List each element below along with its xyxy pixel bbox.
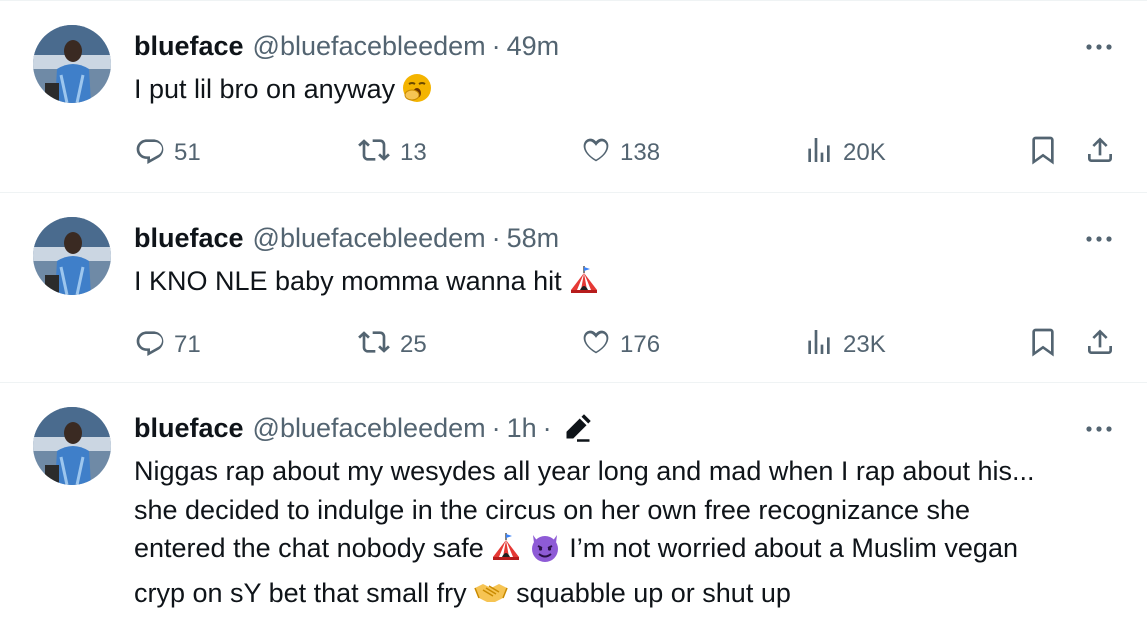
like-count: 138	[620, 139, 661, 166]
author-handle[interactable]: @bluefacebleedem	[253, 223, 486, 254]
views-button[interactable]: 20K	[803, 133, 886, 173]
share-button[interactable]	[1084, 325, 1116, 365]
heart-icon	[580, 134, 612, 173]
avatar[interactable]	[33, 25, 111, 103]
retweet-count: 13	[400, 139, 427, 166]
retweet-button[interactable]: 25	[356, 325, 427, 365]
tweet-actions: 51 13 138 20K	[134, 133, 1124, 173]
author-handle[interactable]: @bluefacebleedem	[253, 31, 486, 62]
reply-count: 71	[174, 331, 201, 358]
reply-count: 51	[174, 139, 201, 166]
bookmark-button[interactable]	[1027, 133, 1059, 173]
view-count: 23K	[843, 331, 886, 358]
retweet-count: 25	[400, 331, 427, 358]
tweet-actions: 71 25 176 23K	[134, 325, 1124, 365]
more-options-icon[interactable]	[1084, 227, 1114, 251]
bookmark-button[interactable]	[1027, 325, 1059, 365]
tweet-text: I KNO NLE baby momma wanna hit	[134, 262, 1114, 307]
tweet-text-segment: cryp on sY bet that small fry	[134, 577, 467, 608]
reply-icon	[134, 326, 166, 365]
timeline-feed: blueface @bluefacebleedem · 49m I put li…	[0, 0, 1147, 629]
separator-dot: ·	[491, 30, 501, 61]
share-button[interactable]	[1084, 133, 1116, 173]
handshake-emoji-icon	[473, 576, 509, 619]
tweet-text-segment: entered the chat nobody safe	[134, 533, 484, 563]
tweet-header: blueface @bluefacebleedem · 58m	[134, 221, 559, 255]
reply-button[interactable]: 71	[134, 325, 201, 365]
tweet-text-line: cryp on sY bet that small fry squabble u…	[134, 574, 1114, 619]
tweet[interactable]: blueface @bluefacebleedem · 58m I KNO NL…	[0, 193, 1147, 383]
timestamp[interactable]: 1h	[507, 413, 537, 444]
bookmark-icon	[1027, 326, 1059, 365]
share-icon	[1084, 134, 1116, 173]
separator-dot: ·	[491, 412, 501, 443]
separator-dot: ·	[542, 412, 552, 443]
retweet-button[interactable]: 13	[356, 133, 427, 173]
bookmark-icon	[1027, 134, 1059, 173]
retweet-icon	[356, 326, 392, 365]
like-button[interactable]: 176	[580, 325, 660, 365]
view-count: 20K	[843, 139, 886, 166]
timestamp[interactable]: 49m	[507, 31, 560, 62]
tweet-text: Niggas rap about my wesydes all year lon…	[134, 452, 1114, 618]
tweet-text-line: she decided to indulge in the circus on …	[134, 494, 971, 525]
tweet-header: blueface @bluefacebleedem · 49m	[134, 29, 559, 63]
tweet-text: I put lil bro on anyway	[134, 70, 1114, 115]
like-count: 176	[620, 331, 661, 358]
like-button[interactable]: 138	[580, 133, 660, 173]
author-name[interactable]: blueface	[134, 223, 244, 254]
tweet-text-line: entered the chat nobody safe I’m not wor…	[134, 529, 1114, 574]
circus-tent-emoji-icon	[490, 531, 522, 574]
reply-icon	[134, 134, 166, 173]
retweet-icon	[356, 134, 392, 173]
views-button[interactable]: 23K	[803, 325, 886, 365]
more-options-icon[interactable]	[1084, 417, 1114, 441]
analytics-icon	[803, 134, 835, 173]
avatar[interactable]	[33, 407, 111, 485]
author-name[interactable]: blueface	[134, 31, 244, 62]
timestamp[interactable]: 58m	[507, 223, 560, 254]
tweet-text-content: I KNO NLE baby momma wanna hit	[134, 266, 562, 296]
author-handle[interactable]: @bluefacebleedem	[253, 413, 486, 444]
yawning-face-emoji-icon	[401, 72, 433, 115]
tweet-header: blueface @bluefacebleedem · 1h ·	[134, 411, 592, 445]
tweet[interactable]: blueface @bluefacebleedem · 49m I put li…	[0, 1, 1147, 193]
analytics-icon	[803, 326, 835, 365]
edited-pencil-icon[interactable]	[562, 413, 592, 443]
tweet-text-segment: squabble up or shut up	[516, 577, 791, 608]
reply-button[interactable]: 51	[134, 133, 201, 173]
share-icon	[1084, 326, 1116, 365]
avatar[interactable]	[33, 217, 111, 295]
tweet-text-segment: I’m not worried about a Muslim vegan	[569, 533, 1018, 563]
heart-icon	[580, 326, 612, 365]
circus-tent-emoji-icon	[568, 264, 600, 307]
author-name[interactable]: blueface	[134, 413, 244, 444]
smiling-face-with-horns-emoji-icon	[528, 531, 562, 574]
separator-dot: ·	[491, 222, 501, 253]
tweet[interactable]: blueface @bluefacebleedem · 1h · Niggas …	[0, 383, 1147, 629]
tweet-text-line: Niggas rap about my wesydes all year lon…	[134, 456, 1035, 486]
more-options-icon[interactable]	[1084, 35, 1114, 59]
tweet-text-content: I put lil bro on anyway	[134, 74, 396, 104]
